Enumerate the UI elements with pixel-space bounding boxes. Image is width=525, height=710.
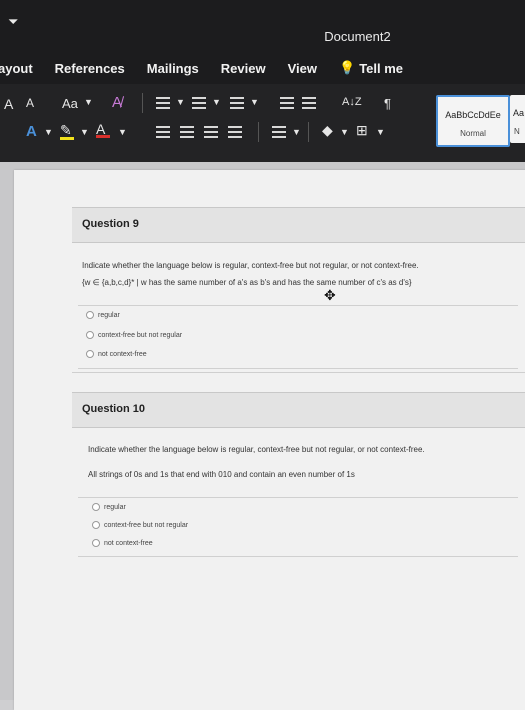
option-not-context-free[interactable]: not context-free — [92, 539, 153, 547]
chevron-down-icon[interactable]: ▼ — [80, 127, 89, 137]
chevron-down-icon[interactable]: ▼ — [176, 97, 185, 107]
option-label: regular — [98, 311, 120, 319]
chevron-down-icon[interactable]: ▼ — [340, 127, 349, 137]
divider — [142, 93, 143, 113]
tell-me-label: Tell me — [359, 60, 404, 76]
chevron-down-icon[interactable]: ▼ — [118, 127, 127, 137]
question-label: Question 9 — [82, 218, 139, 230]
align-left-icon[interactable] — [156, 126, 170, 141]
tell-me-search[interactable]: 💡 Tell me — [339, 60, 403, 76]
chevron-down-icon[interactable]: ▼ — [250, 97, 259, 107]
radio-button[interactable] — [92, 539, 100, 547]
align-center-icon[interactable] — [180, 126, 194, 141]
multilevel-list-icon[interactable] — [230, 97, 244, 112]
bullets-icon[interactable] — [156, 97, 170, 112]
style-normal[interactable]: AaBbCcDdEe Normal — [436, 95, 510, 147]
tab-references[interactable]: References — [55, 61, 125, 76]
tab-mailings[interactable]: Mailings — [147, 61, 199, 76]
option-label: not context-free — [98, 350, 147, 358]
radio-button[interactable] — [86, 311, 94, 319]
question-language: All strings of 0s and 1s that end with 0… — [88, 470, 355, 479]
option-regular[interactable]: regular — [86, 311, 120, 319]
numbering-icon[interactable] — [192, 97, 206, 112]
chevron-down-icon[interactable]: ▼ — [84, 97, 93, 107]
chevron-down-icon[interactable]: ▼ — [376, 127, 385, 137]
grow-font-button[interactable]: A — [4, 96, 13, 112]
question-language: {w ∈ {a,b,c,d}* | w has the same number … — [82, 278, 412, 287]
tab-layout[interactable]: ayout — [0, 61, 33, 76]
sort-button[interactable]: A↓Z — [342, 96, 362, 108]
radio-button[interactable] — [86, 331, 94, 339]
style-next[interactable]: Aa N — [510, 95, 525, 143]
divider — [258, 122, 259, 142]
style-name: Normal — [460, 129, 486, 138]
question-prompt: Indicate whether the language below is r… — [88, 445, 425, 454]
option-label: context-free but not regular — [98, 331, 183, 339]
shading-icon[interactable]: ◆ — [322, 122, 333, 139]
document-page — [14, 170, 525, 710]
highlighter-icon[interactable]: ✎ — [60, 122, 74, 140]
chevron-down-icon[interactable]: ▼ — [292, 127, 301, 137]
radio-button[interactable] — [92, 503, 100, 511]
justify-icon[interactable] — [228, 126, 242, 141]
question-label: Question 10 — [82, 403, 145, 415]
option-label: regular — [104, 503, 126, 511]
option-not-context-free[interactable]: not context-free — [86, 350, 147, 358]
align-right-icon[interactable] — [204, 126, 218, 141]
option-regular[interactable]: regular — [92, 503, 126, 511]
tab-review[interactable]: Review — [221, 61, 266, 76]
text-effects-icon[interactable]: A — [26, 123, 37, 140]
chevron-down-icon[interactable]: ▼ — [212, 97, 221, 107]
divider — [308, 122, 309, 142]
question-prompt: Indicate whether the language below is r… — [82, 261, 419, 270]
change-case-button[interactable]: Aa — [62, 96, 78, 111]
option-label: not context-free — [104, 539, 153, 547]
shrink-font-button[interactable]: A — [26, 96, 34, 110]
radio-button[interactable] — [86, 350, 94, 358]
tab-view[interactable]: View — [288, 61, 317, 76]
mouse-cursor-icon: ✥ — [324, 287, 336, 303]
borders-icon[interactable]: ⊞ — [356, 122, 368, 139]
question-9-header: Question 9 — [72, 207, 525, 243]
style-preview: AaBbCcDdEe — [445, 110, 501, 120]
ribbon-tabs: ayout References Mailings Review View 💡 … — [0, 52, 525, 84]
show-formatting-button[interactable]: ¶ — [384, 96, 391, 111]
quick-access-caret-icon[interactable]: ⏷ — [8, 14, 18, 30]
style-name: N — [514, 127, 520, 136]
question-10-header: Question 10 — [72, 392, 525, 428]
option-context-free[interactable]: context-free but not regular — [92, 521, 188, 529]
line-spacing-icon[interactable] — [272, 126, 286, 141]
divider — [72, 372, 525, 373]
decrease-indent-icon[interactable] — [280, 97, 294, 112]
style-preview: Aa — [513, 108, 525, 118]
increase-indent-icon[interactable] — [302, 97, 316, 112]
option-label: context-free but not regular — [104, 521, 189, 529]
font-color-icon[interactable]: A — [96, 121, 110, 138]
option-context-free[interactable]: context-free but not regular — [86, 331, 182, 339]
lightbulb-icon: 💡 — [339, 60, 356, 75]
document-title: Document2 — [324, 29, 391, 44]
title-bar: ⏷ Document2 — [0, 0, 525, 52]
chevron-down-icon[interactable]: ▼ — [44, 127, 53, 137]
radio-button[interactable] — [92, 521, 100, 529]
clear-format-icon[interactable]: A̸ — [112, 94, 122, 111]
